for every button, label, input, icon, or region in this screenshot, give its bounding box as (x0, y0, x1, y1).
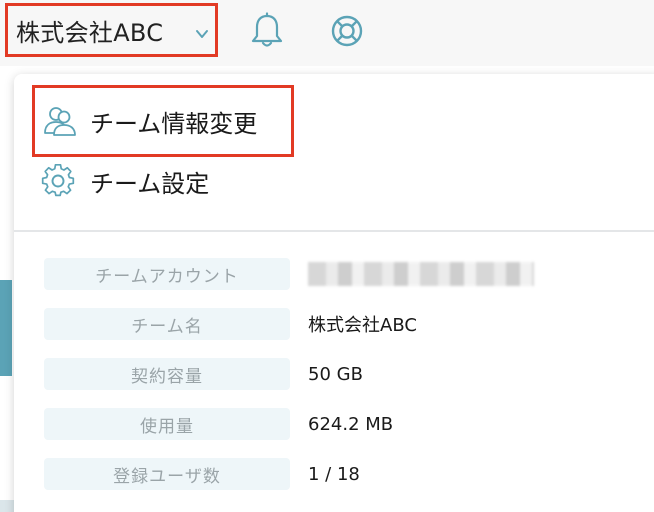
bell-icon[interactable] (249, 12, 285, 50)
redacted-account-value (308, 262, 534, 286)
team-users-icon (44, 107, 76, 136)
info-value: 株式会社ABC (308, 315, 417, 336)
menu-item-team-info-edit[interactable]: チーム情報変更 (32, 85, 294, 157)
menu-divider (14, 230, 654, 232)
info-value: 50 GB (308, 363, 363, 385)
info-row-team-name: チーム名 株式会社ABC (44, 308, 644, 342)
info-label: 登録ユーザ数 (44, 458, 290, 490)
gear-icon (41, 163, 75, 197)
top-bar: 株式会社ABC (0, 0, 654, 66)
info-row-team-account: チームアカウント (44, 258, 644, 292)
info-value: 624.2 MB (308, 413, 394, 435)
lifebuoy-icon[interactable] (330, 14, 364, 48)
info-label: チーム名 (44, 308, 290, 340)
menu-item-label: チーム情報変更 (90, 109, 258, 138)
menu-item-label: チーム設定 (90, 169, 210, 198)
info-label: チームアカウント (44, 258, 290, 290)
team-switcher[interactable]: 株式会社ABC (5, 3, 218, 57)
team-name: 株式会社ABC (16, 18, 164, 47)
background-corner (0, 500, 14, 512)
background-sidebar-strip (0, 280, 12, 376)
info-row-usage: 使用量 624.2 MB (44, 408, 644, 442)
info-label: 契約容量 (44, 358, 290, 390)
info-label: 使用量 (44, 408, 290, 440)
chevron-down-icon[interactable] (194, 26, 210, 42)
info-row-contract-capacity: 契約容量 50 GB (44, 358, 644, 392)
page: 株式会社ABC チーム情報変更 チーム設定 チームアカウント チーム名 株式会社… (0, 0, 654, 512)
info-value: 1 / 18 (308, 463, 360, 485)
info-row-registered-users: 登録ユーザ数 1 / 18 (44, 458, 644, 492)
menu-item-team-settings[interactable]: チーム設定 (40, 158, 340, 204)
team-dropdown-menu: チーム情報変更 チーム設定 チームアカウント チーム名 株式会社ABC 契約容量… (14, 74, 654, 512)
